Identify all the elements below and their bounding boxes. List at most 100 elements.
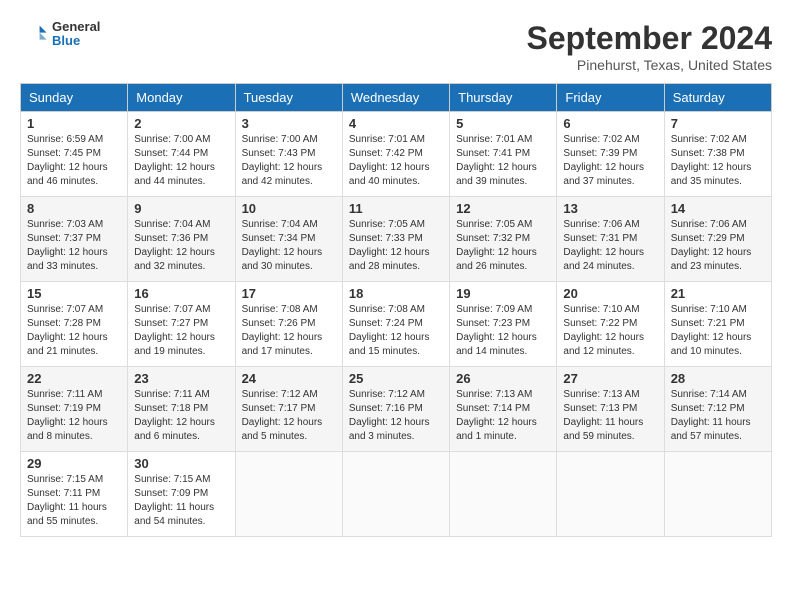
day-info: Sunrise: 7:14 AM Sunset: 7:12 PM Dayligh… — [671, 388, 765, 444]
calendar-cell: 27Sunrise: 7:13 AM Sunset: 7:13 PM Dayli… — [557, 367, 664, 452]
calendar-cell: 24 Sunrise: 7:12 AM Sunset: 7:17 PM Dayli… — [235, 367, 342, 452]
calendar-cell: 18Sunrise: 7:08 AM Sunset: 7:24 PM Dayli… — [342, 282, 449, 367]
day-info: Sunrise: 7:02 AM Sunset: 7:38 PM Dayligh… — [671, 133, 765, 189]
day-number: 22 — [27, 371, 121, 386]
calendar-cell: 14 Sunrise: 7:06 AM Sunset: 7:29 PM Dayli… — [664, 197, 771, 282]
calendar-cell: 17Sunrise: 7:08 AM Sunset: 7:26 PM Dayli… — [235, 282, 342, 367]
header-saturday: Saturday — [664, 84, 771, 112]
calendar-week-row: 29 Sunrise: 7:15 AM Sunset: 7:11 PM Dayli… — [21, 452, 772, 537]
day-info: Sunrise: 7:12 AM Sunset: 7:17 PM Dayligh… — [242, 388, 336, 444]
day-info: Sunrise: 7:07 AM Sunset: 7:27 PM Dayligh… — [134, 303, 228, 359]
day-number: 15 — [27, 286, 121, 301]
day-info: Sunrise: 7:10 AM Sunset: 7:22 PM Dayligh… — [563, 303, 657, 359]
calendar-cell: 4 Sunrise: 7:01 AM Sunset: 7:42 PM Daylig… — [342, 112, 449, 197]
calendar-cell: 12 Sunrise: 7:05 AM Sunset: 7:32 PM Dayli… — [450, 197, 557, 282]
calendar-cell: 3 Sunrise: 7:00 AM Sunset: 7:43 PM Daylig… — [235, 112, 342, 197]
header-friday: Friday — [557, 84, 664, 112]
calendar-cell: 29 Sunrise: 7:15 AM Sunset: 7:11 PM Dayli… — [21, 452, 128, 537]
calendar-cell: 23Sunrise: 7:11 AM Sunset: 7:18 PM Dayli… — [128, 367, 235, 452]
calendar-header: Sunday Monday Tuesday Wednesday Thursday… — [21, 84, 772, 112]
day-number: 11 — [349, 201, 443, 216]
day-number: 27 — [563, 371, 657, 386]
day-info: Sunrise: 7:15 AM Sunset: 7:09 PM Dayligh… — [134, 473, 228, 529]
day-info: Sunrise: 7:11 AM Sunset: 7:18 PM Dayligh… — [134, 388, 228, 444]
day-number: 20 — [563, 286, 657, 301]
day-number: 3 — [242, 116, 336, 131]
day-info: Sunrise: 7:15 AM Sunset: 7:11 PM Dayligh… — [27, 473, 121, 529]
calendar-table: Sunday Monday Tuesday Wednesday Thursday… — [20, 83, 772, 537]
day-number: 24 — [242, 371, 336, 386]
day-number: 1 — [27, 116, 121, 131]
day-info: Sunrise: 7:12 AM Sunset: 7:16 PM Dayligh… — [349, 388, 443, 444]
day-number: 5 — [456, 116, 550, 131]
day-number: 25 — [349, 371, 443, 386]
day-info: Sunrise: 7:00 AM Sunset: 7:43 PM Dayligh… — [242, 133, 336, 189]
calendar-cell: 1 Sunrise: 6:59 AM Sunset: 7:45 PM Daylig… — [21, 112, 128, 197]
day-info: Sunrise: 7:00 AM Sunset: 7:44 PM Dayligh… — [134, 133, 228, 189]
day-info: Sunrise: 7:13 AM Sunset: 7:14 PM Dayligh… — [456, 388, 550, 444]
day-number: 13 — [563, 201, 657, 216]
calendar-cell: 9 Sunrise: 7:04 AM Sunset: 7:36 PM Daylig… — [128, 197, 235, 282]
header-monday: Monday — [128, 84, 235, 112]
day-info: Sunrise: 7:03 AM Sunset: 7:37 PM Dayligh… — [27, 218, 121, 274]
day-number: 29 — [27, 456, 121, 471]
title-area: September 2024 Pinehurst, Texas, United … — [527, 20, 772, 73]
calendar-cell: 10Sunrise: 7:04 AM Sunset: 7:34 PM Dayli… — [235, 197, 342, 282]
calendar-cell: 7 Sunrise: 7:02 AM Sunset: 7:38 PM Daylig… — [664, 112, 771, 197]
day-number: 28 — [671, 371, 765, 386]
day-number: 12 — [456, 201, 550, 216]
calendar-cell: 8 Sunrise: 7:03 AM Sunset: 7:37 PM Daylig… — [21, 197, 128, 282]
day-number: 2 — [134, 116, 228, 131]
location: Pinehurst, Texas, United States — [527, 57, 772, 73]
day-info: Sunrise: 6:59 AM Sunset: 7:45 PM Dayligh… — [27, 133, 121, 189]
day-number: 14 — [671, 201, 765, 216]
day-number: 6 — [563, 116, 657, 131]
calendar-cell: 15 Sunrise: 7:07 AM Sunset: 7:28 PM Dayli… — [21, 282, 128, 367]
calendar-cell: 2 Sunrise: 7:00 AM Sunset: 7:44 PM Daylig… — [128, 112, 235, 197]
calendar-cell: 21Sunrise: 7:10 AM Sunset: 7:21 PM Dayli… — [664, 282, 771, 367]
calendar-week-row: 15 Sunrise: 7:07 AM Sunset: 7:28 PM Dayli… — [21, 282, 772, 367]
day-info: Sunrise: 7:06 AM Sunset: 7:29 PM Dayligh… — [671, 218, 765, 274]
day-number: 10 — [242, 201, 336, 216]
header-sunday: Sunday — [21, 84, 128, 112]
calendar-cell: 30 Sunrise: 7:15 AM Sunset: 7:09 PM Dayli… — [128, 452, 235, 537]
logo-text: General Blue — [52, 20, 100, 49]
logo: General Blue — [20, 20, 100, 49]
day-number: 16 — [134, 286, 228, 301]
header-wednesday: Wednesday — [342, 84, 449, 112]
day-info: Sunrise: 7:05 AM Sunset: 7:32 PM Dayligh… — [456, 218, 550, 274]
weekday-header-row: Sunday Monday Tuesday Wednesday Thursday… — [21, 84, 772, 112]
day-info: Sunrise: 7:01 AM Sunset: 7:42 PM Dayligh… — [349, 133, 443, 189]
day-info: Sunrise: 7:11 AM Sunset: 7:19 PM Dayligh… — [27, 388, 121, 444]
day-info: Sunrise: 7:07 AM Sunset: 7:28 PM Dayligh… — [27, 303, 121, 359]
day-info: Sunrise: 7:06 AM Sunset: 7:31 PM Dayligh… — [563, 218, 657, 274]
calendar-cell: 16 Sunrise: 7:07 AM Sunset: 7:27 PM Dayli… — [128, 282, 235, 367]
calendar-cell: 11Sunrise: 7:05 AM Sunset: 7:33 PM Dayli… — [342, 197, 449, 282]
calendar-week-row: 22 Sunrise: 7:11 AM Sunset: 7:19 PM Dayli… — [21, 367, 772, 452]
header-thursday: Thursday — [450, 84, 557, 112]
day-info: Sunrise: 7:08 AM Sunset: 7:24 PM Dayligh… — [349, 303, 443, 359]
calendar-cell: 26Sunrise: 7:13 AM Sunset: 7:14 PM Dayli… — [450, 367, 557, 452]
month-title: September 2024 — [527, 20, 772, 57]
calendar-cell — [557, 452, 664, 537]
day-info: Sunrise: 7:02 AM Sunset: 7:39 PM Dayligh… — [563, 133, 657, 189]
calendar-week-row: 1 Sunrise: 6:59 AM Sunset: 7:45 PM Daylig… — [21, 112, 772, 197]
day-number: 21 — [671, 286, 765, 301]
calendar-cell — [235, 452, 342, 537]
day-info: Sunrise: 7:09 AM Sunset: 7:23 PM Dayligh… — [456, 303, 550, 359]
page-header: General Blue September 2024 Pinehurst, T… — [20, 20, 772, 73]
day-info: Sunrise: 7:01 AM Sunset: 7:41 PM Dayligh… — [456, 133, 550, 189]
header-tuesday: Tuesday — [235, 84, 342, 112]
day-number: 8 — [27, 201, 121, 216]
calendar-cell: 20 Sunrise: 7:10 AM Sunset: 7:22 PM Dayli… — [557, 282, 664, 367]
calendar-week-row: 8 Sunrise: 7:03 AM Sunset: 7:37 PM Daylig… — [21, 197, 772, 282]
day-number: 30 — [134, 456, 228, 471]
day-info: Sunrise: 7:04 AM Sunset: 7:36 PM Dayligh… — [134, 218, 228, 274]
calendar-cell: 6 Sunrise: 7:02 AM Sunset: 7:39 PM Daylig… — [557, 112, 664, 197]
day-number: 7 — [671, 116, 765, 131]
calendar-cell: 25 Sunrise: 7:12 AM Sunset: 7:16 PM Dayli… — [342, 367, 449, 452]
day-number: 4 — [349, 116, 443, 131]
day-number: 9 — [134, 201, 228, 216]
calendar-cell — [342, 452, 449, 537]
day-number: 19 — [456, 286, 550, 301]
